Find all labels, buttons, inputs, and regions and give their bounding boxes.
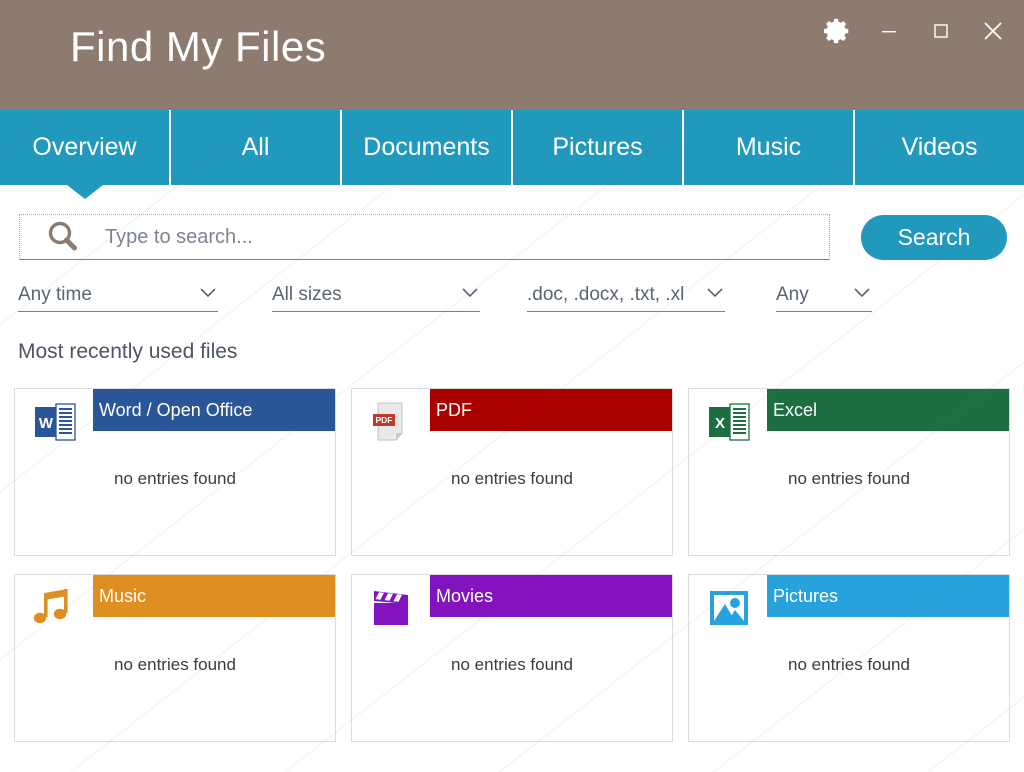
card-body: no entries found [352, 617, 672, 742]
card-title: Word / Open Office [99, 399, 253, 420]
card-body: no entries found [689, 617, 1009, 742]
tab-music[interactable]: Music [684, 110, 855, 185]
clapperboard-icon [367, 583, 417, 633]
card-body: no entries found [352, 431, 672, 556]
search-row: Search [0, 185, 1024, 265]
extra-filter-dropdown[interactable]: Any [776, 278, 872, 312]
search-input[interactable] [105, 225, 819, 249]
card-title: Excel [773, 399, 818, 420]
close-icon[interactable] [976, 14, 1010, 48]
card-header: Music [15, 575, 335, 624]
chevron-down-icon [198, 286, 218, 304]
svg-text:PDF: PDF [376, 415, 393, 425]
card-music[interactable]: Music no entries found [14, 574, 336, 742]
pdf-icon: PDF [367, 397, 417, 447]
filter-value: Any [776, 283, 809, 305]
tab-label: Documents [363, 133, 490, 161]
card-pdf[interactable]: PDF PDF no entries found [351, 388, 673, 556]
tab-pictures[interactable]: Pictures [513, 110, 684, 185]
maximize-icon[interactable] [924, 14, 958, 48]
card-empty-text: no entries found [114, 469, 236, 488]
card-body: no entries found [689, 431, 1009, 556]
size-filter-dropdown[interactable]: All sizes [272, 278, 480, 312]
app-title: Find My Files [70, 23, 327, 70]
card-title: Movies [436, 585, 494, 606]
chevron-down-icon [852, 286, 872, 304]
card-title: Pictures [773, 585, 839, 606]
tab-label: Pictures [552, 133, 643, 161]
card-excel[interactable]: X Excel no entries found [688, 388, 1010, 556]
card-empty-text: no entries found [788, 469, 910, 488]
filter-row: Any time All sizes .doc, .docx, .txt, .x… [0, 278, 1024, 318]
search-box[interactable] [19, 214, 830, 260]
filter-value: All sizes [272, 283, 342, 305]
photo-icon [704, 583, 754, 633]
chevron-down-icon [460, 286, 480, 304]
card-header: X Excel [689, 389, 1009, 441]
card-header: W Word / Open Office [15, 389, 335, 441]
magnifier-icon [43, 217, 83, 257]
settings-gear-icon[interactable] [820, 14, 854, 48]
card-empty-text: no entries found [788, 655, 910, 674]
card-empty-text: no entries found [451, 655, 573, 674]
filter-value: Any time [18, 283, 92, 305]
card-title: PDF [436, 399, 472, 420]
time-filter-dropdown[interactable]: Any time [18, 278, 218, 312]
tab-label: Videos [901, 133, 978, 161]
app-window: Find My Files Overview All Documents Pic… [0, 0, 1024, 772]
minimize-icon[interactable] [872, 14, 906, 48]
music-note-icon [30, 583, 80, 633]
window-controls [820, 14, 1010, 48]
tab-label: Overview [32, 133, 137, 161]
title-bar: Find My Files [0, 0, 1024, 110]
chevron-down-icon [705, 286, 725, 304]
card-title: Music [99, 585, 147, 606]
card-empty-text: no entries found [451, 469, 573, 488]
filter-value: .doc, .docx, .txt, .xl [527, 283, 685, 305]
card-body: no entries found [15, 431, 335, 556]
card-body: no entries found [15, 617, 335, 742]
tab-all[interactable]: All [171, 110, 342, 185]
card-word[interactable]: W Word / Open Office no entries found [14, 388, 336, 556]
word-icon: W [30, 397, 80, 447]
search-button[interactable]: Search [861, 215, 1007, 260]
type-filter-dropdown[interactable]: .doc, .docx, .txt, .xl [527, 278, 725, 312]
tab-overview[interactable]: Overview [0, 110, 171, 199]
tab-videos[interactable]: Videos [855, 110, 1024, 185]
card-header: Pictures [689, 575, 1009, 625]
svg-text:W: W [39, 415, 54, 432]
excel-icon: X [704, 397, 754, 447]
tab-label: All [241, 133, 270, 161]
card-header: Movies [352, 575, 672, 625]
svg-text:X: X [715, 415, 725, 432]
card-empty-text: no entries found [114, 655, 236, 674]
card-header: PDF PDF [352, 389, 672, 441]
tab-label: Music [735, 133, 802, 161]
card-movies[interactable]: Movies no entries found [351, 574, 673, 742]
section-title: Most recently used files [18, 340, 238, 363]
card-pictures[interactable]: Pictures no entries found [688, 574, 1010, 742]
tab-documents[interactable]: Documents [342, 110, 513, 185]
tab-bar: Overview All Documents Pictures Music Vi… [0, 110, 1024, 199]
